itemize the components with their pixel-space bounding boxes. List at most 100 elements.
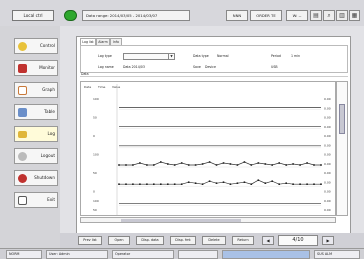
top-bar: Local ctrl Data range: 2014/03/05 - 2014… [0,0,364,26]
data-point [153,164,155,166]
column-header: Time [97,85,105,89]
data-point [320,183,322,185]
trend-chart: Date Time Value 100 50 0 100 50 0 100 50 0.00 0.00 0.… [84,84,331,215]
data-point [313,164,315,166]
sidebar-item-label: Control [39,43,55,48]
data-point [257,162,260,164]
arrow-left-icon[interactable]: ◀ [262,236,274,245]
mode-indicator[interactable]: Local ctrl [12,10,54,21]
save-label: Save [193,65,201,69]
zoom-field[interactable]: 4/10 [278,235,318,246]
data-point [208,161,211,163]
chart-area: Date Time Value 100 50 0 100 50 0 100 50 0.00 0.00 0.… [80,81,336,216]
data-point [299,183,301,185]
data-point [173,183,176,185]
display-data-button[interactable]: Disp. data [136,236,164,245]
row-label-right: 0.00 [324,199,331,203]
data-point [222,162,225,164]
search-icon[interactable]: ⌕ [323,10,335,21]
row-label-left: 50 [93,171,97,175]
scrollbar-thumb[interactable] [339,104,345,134]
sidebar-item-monitor[interactable]: Monitor [14,60,58,76]
row-label-right: 0.00 [324,208,331,212]
row-label-right: 0.00 [324,116,331,120]
data-point [229,183,232,185]
sidebar-item-label: Table [44,109,55,114]
return-button[interactable]: Return [232,236,254,245]
row-label-left: 100 [93,153,99,157]
status-text: Data range: 2014/03/05 - 2014/03/07 [82,10,190,21]
data-point [222,181,225,183]
row-label-right: 0.00 [324,162,331,166]
delete-button[interactable]: Delete [202,236,226,245]
data-point [285,164,287,166]
column-header: Date [84,85,91,89]
data-point [292,183,294,185]
key-icon [18,152,27,161]
shutdown-icon [18,174,27,183]
trash-icon[interactable]: ▥ [336,10,348,21]
vertical-scrollbar[interactable] [336,81,348,216]
data-point [278,183,280,185]
data-point [215,182,218,184]
data-point [201,163,204,165]
data-point [292,163,294,165]
sidebar-item-graph[interactable]: Graph [14,82,58,98]
graph-icon [18,86,27,95]
tab-alarm[interactable]: Alarm [96,38,110,45]
data-point [118,164,120,166]
status-cell-empty-1 [178,250,218,259]
sidebar-item-label: Logout [40,153,55,158]
data-point [146,183,148,185]
sidebar-item-log[interactable]: Log [14,126,58,142]
data-point [125,183,127,185]
sidebar: Control Monitor Graph Table Log Logout S… [0,26,60,248]
status-cell-mode: NORM [6,250,42,259]
data-point [160,183,162,185]
data-point [139,183,141,185]
status-indicator-icon [64,10,77,21]
column-header: Value [112,85,120,89]
data-point [125,164,127,166]
horizontal-scrollbar[interactable] [80,217,336,223]
data-point [250,183,253,185]
sidebar-item-label: Monitor [39,65,55,70]
scrollbar-thumb[interactable] [121,219,241,222]
data-point [285,182,287,184]
open-button[interactable]: Open [108,236,130,245]
sidebar-item-label: Log [47,131,55,136]
status-cell-user: User: Admin [46,250,108,259]
data-type-value: Normal [217,54,229,58]
arrow-right-icon[interactable]: ▶ [322,236,334,245]
prev-list-button[interactable]: Prev list [78,236,102,245]
data-point [194,182,197,184]
chevron-down-icon: ▼ [168,54,174,59]
tab-log-list[interactable]: Log list [80,38,96,45]
data-point [236,164,239,166]
status-cell-message [222,250,310,259]
row-label-right: 0.00 [324,143,331,147]
log-panel: Log list Alarm Info Log type ▼ Data type… [76,36,351,236]
top-field-2: ORDER TE [250,10,282,21]
row-label-left: 50 [93,208,97,212]
data-point [264,182,267,184]
sidebar-item-logout[interactable]: Logout [14,148,58,164]
exit-icon [18,196,27,205]
data-point [132,164,134,166]
power-icon [18,42,27,51]
print-icon[interactable]: ▦ [349,10,360,21]
sidebar-item-shutdown[interactable]: Shutdown [14,170,58,186]
data-point [194,164,197,166]
sidebar-item-table[interactable]: Table [14,104,58,120]
data-point [243,181,246,183]
log-type-select[interactable]: ▼ [123,53,175,60]
sidebar-item-control[interactable]: Control [14,38,58,54]
tab-info[interactable]: Info [110,38,122,45]
display-format-button[interactable]: Disp. fmt [170,236,196,245]
status-cell-alarm: SUS ALM [314,250,360,259]
series-line [119,161,321,166]
sidebar-item-exit[interactable]: Exit [14,192,58,208]
data-point [139,162,141,164]
table-icon[interactable]: ▤ [310,10,322,21]
row-label-right: 0.00 [324,171,331,175]
